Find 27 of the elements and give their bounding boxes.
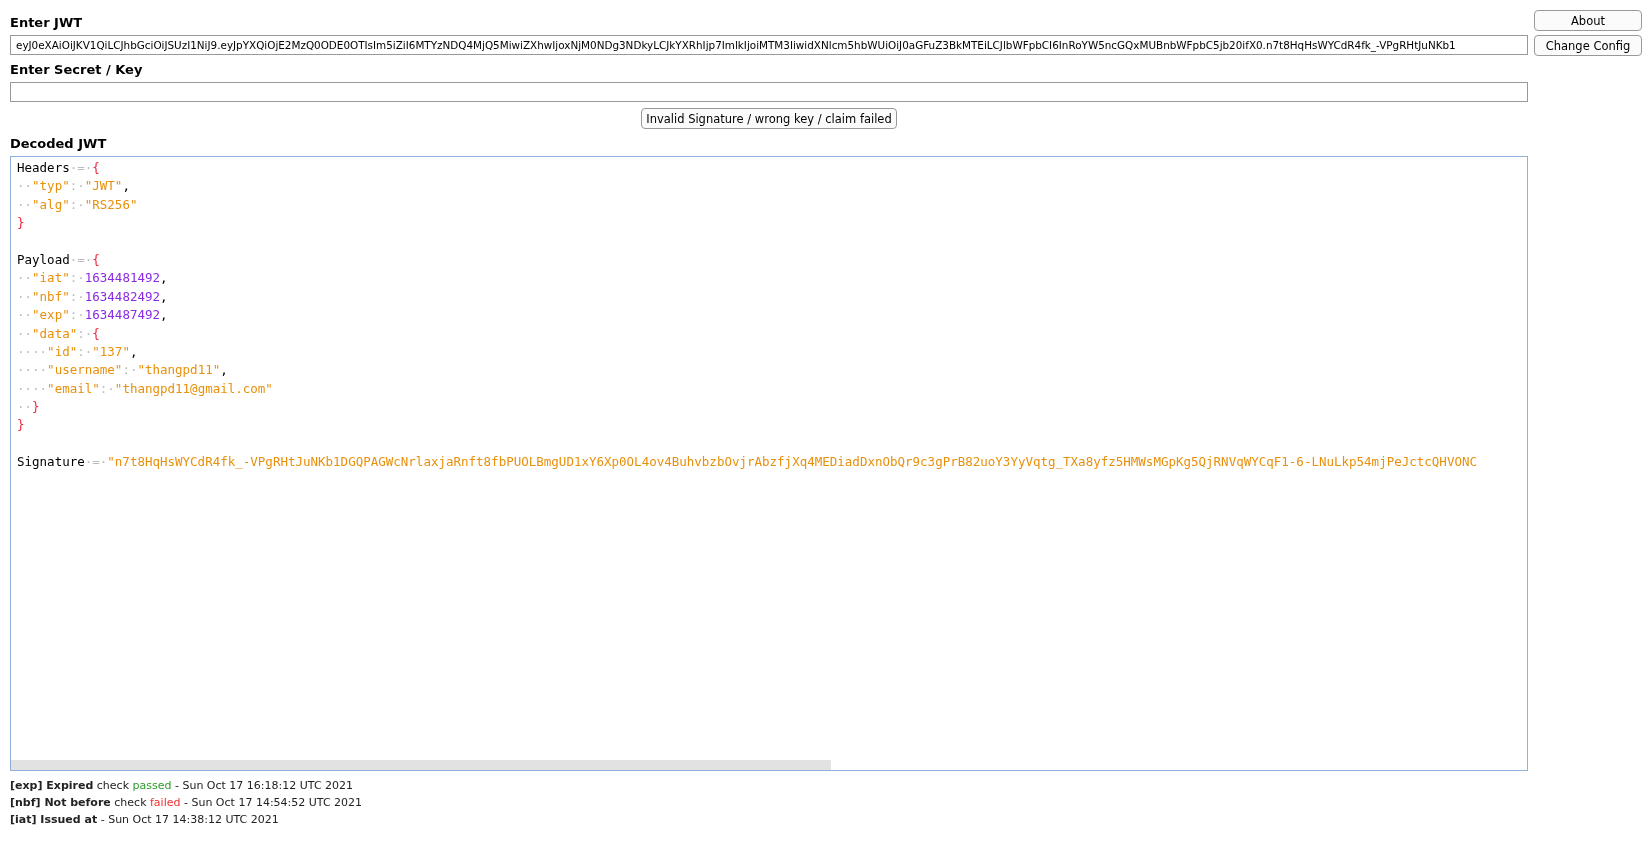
code-line: Payload·=·{ [17, 250, 101, 269]
code-line: Signature·=·"n7t8HqHsWYCdR4fk_-VPgRHtJuNKb1DGQPAGWcNrlaxjaRnft8fbPUOLBmgUD1xY6Xp0OL4ov4BuhvbzbOvjrAbzfjXq4MEDiadDxnObQr9c3gPrB82uoY3YyVqtg_TXa8yfz5HMWsMGpKg5QjRNVqWYCqF1-6-LNuLkp54mjPeJctcQHVONC [17, 453, 1478, 472]
section-label: Decoded JWT [10, 135, 108, 153]
claim-check-line: [nbf] Not before check failed - Sun Oct 17 14:54:52 UTC 2021 [10, 795, 364, 811]
field-label: Enter JWT [10, 14, 84, 32]
code-line: Headers·=·{ [17, 159, 101, 177]
code-line: ··"exp":·1634487492, [17, 306, 169, 325]
field-label: Enter Secret / Key [10, 61, 144, 79]
secret-input-field[interactable] [10, 82, 1528, 102]
claim-check-line: [iat] Issued at - Sun Oct 17 14:38:12 UTC 2021 [10, 812, 280, 828]
code-line: } [17, 416, 26, 435]
code-line: ··"nbf":·1634482492, [17, 287, 169, 306]
side-button[interactable]: Change Config [1534, 35, 1642, 56]
jwt-input-field[interactable]: eyJ0eXAiOiJKV1QiLCJhbGciOiJSUzI1NiJ9.eyJpYXQiOjE2MzQ0ODE0OTIsIm5iZiI6MTYzNDQ4MjQ5MiwiZXhwIjoxNjM0NDg3NDkyLCJkYXRhIjp7ImlkIjoiMTM3IiwidXNlcm5hbWUiOiJ0aGFuZ3BkMTEiLCJlbWFpbCI6InRoYW5ncGQxMUBnbWFpbC5jb20ifX0.n7t8HqHsWYCdR4fk_-VPgRHtJuNKb1 [10, 35, 1528, 55]
code-line: ··"data":·{ [17, 324, 101, 343]
code-line: ··} [17, 398, 41, 417]
side-button[interactable]: About [1534, 10, 1642, 31]
code-line: ··"typ":·"JWT", [17, 177, 131, 196]
code-line: ··"iat":·1634481492, [17, 269, 169, 288]
verify-status-button[interactable]: Invalid Signature / wrong key / claim failed [641, 108, 897, 129]
horizontal-scrollbar[interactable] [11, 760, 831, 770]
code-line: ····"username":·"thangpd11", [17, 361, 229, 380]
code-line: ··"alg":·"RS256" [17, 195, 139, 214]
code-line: } [17, 214, 26, 233]
claim-check-line: [exp] Expired check passed - Sun Oct 17 16:18:12 UTC 2021 [10, 778, 355, 794]
code-line: ····"id":·"137", [17, 342, 139, 361]
code-line: ····"email":·"thangpd11@gmail.com" [17, 379, 274, 398]
